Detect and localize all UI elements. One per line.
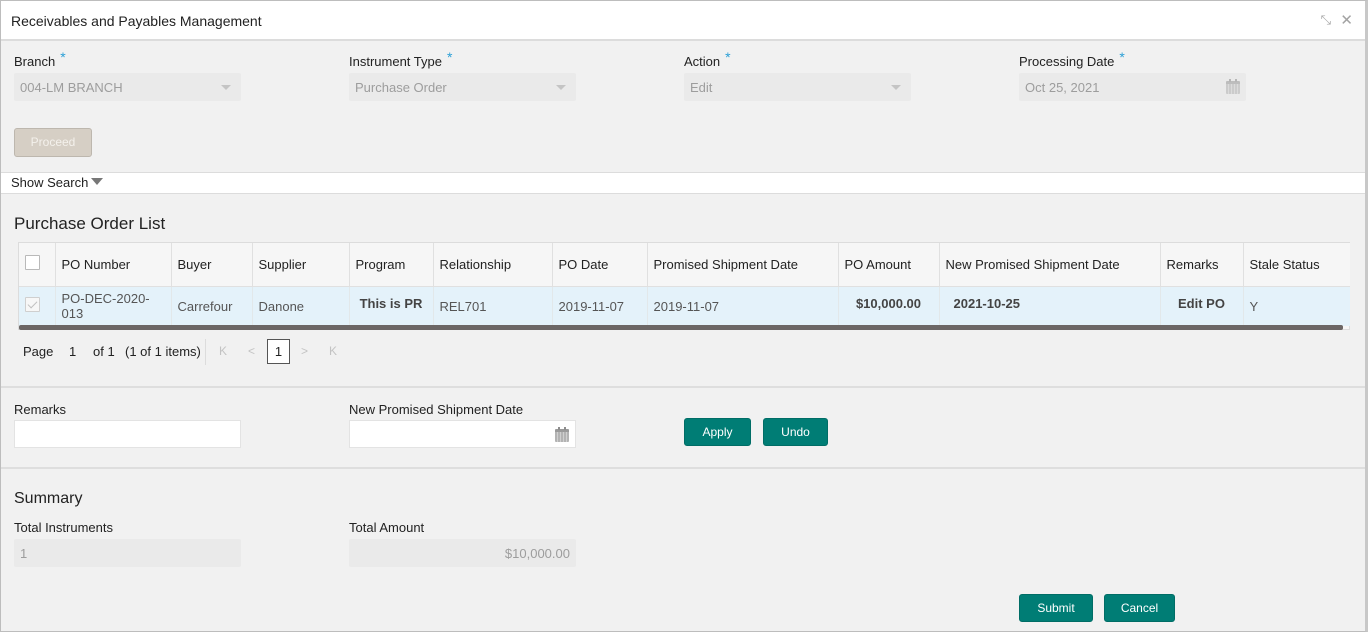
promised-shipment-date-cell: 2019-11-07: [647, 286, 839, 326]
table-row[interactable]: PO-DEC-2020-013 Carrefour Danone This is…: [19, 286, 1350, 326]
row-checkbox[interactable]: [25, 297, 40, 313]
action-label-text: Action: [684, 54, 721, 69]
remarks-label: Remarks: [14, 402, 67, 417]
po-date-cell: 2019-11-07: [552, 286, 648, 326]
pager-page-label: Page: [23, 344, 54, 359]
pager-divider: [205, 339, 206, 365]
chevron-down-icon: [891, 85, 901, 90]
instrument-type-label-text: Instrument Type: [349, 54, 442, 69]
processing-date-label: Processing Date *: [1019, 49, 1125, 69]
title-bar: Receivables and Payables Management ⤡ ✕: [1, 1, 1365, 41]
required-marker: *: [725, 49, 731, 65]
processing-date-label-text: Processing Date: [1019, 54, 1115, 69]
action-value: Edit: [690, 80, 713, 95]
col-header-po-number[interactable]: PO Number: [55, 243, 172, 287]
submit-button[interactable]: Submit: [1019, 594, 1093, 622]
supplier-cell: Danone: [252, 286, 350, 326]
col-header-po-amount[interactable]: PO Amount: [838, 243, 940, 287]
close-icon[interactable]: ✕: [1340, 11, 1353, 29]
program-value: This is PR: [359, 295, 423, 311]
next-page-icon[interactable]: >: [301, 344, 308, 358]
proceed-button[interactable]: Proceed: [14, 128, 92, 157]
grid-header-row: PO Number Buyer Supplier Program Relatio…: [19, 243, 1350, 287]
col-header-po-date[interactable]: PO Date: [552, 243, 648, 287]
divider: [1, 467, 1365, 469]
required-marker: *: [1119, 49, 1125, 65]
col-header-supplier[interactable]: Supplier: [252, 243, 350, 287]
total-instruments-label: Total Instruments: [14, 520, 113, 535]
col-header-program[interactable]: Program: [349, 243, 434, 287]
last-page-icon[interactable]: K: [329, 344, 337, 358]
new-promised-shipment-date-label: New Promised Shipment Date: [349, 402, 524, 417]
undo-button[interactable]: Undo: [763, 418, 828, 446]
processing-date-input[interactable]: Oct 25, 2021: [1019, 73, 1246, 101]
col-header-stale-status[interactable]: Stale Status: [1243, 243, 1350, 287]
action-label: Action *: [684, 49, 731, 69]
instrument-type-select[interactable]: Purchase Order: [349, 73, 576, 101]
show-search-label: Show Search: [11, 175, 89, 190]
col-header-promised-shipment-date[interactable]: Promised Shipment Date: [647, 243, 839, 287]
window-title: Receivables and Payables Management: [11, 13, 262, 29]
instrument-type-label: Instrument Type *: [349, 49, 452, 69]
instrument-type-value: Purchase Order: [355, 80, 447, 95]
pager-items-label: (1 of 1 items): [125, 344, 201, 359]
branch-value: 004-LM BRANCH: [20, 80, 123, 95]
minimize-icon[interactable]: ⤡: [1321, 12, 1331, 28]
action-select[interactable]: Edit: [684, 73, 911, 101]
remarks-value: Edit PO: [1178, 295, 1225, 311]
total-amount-value: $10,000.00: [504, 546, 570, 561]
cancel-button[interactable]: Cancel: [1104, 594, 1175, 622]
branch-select[interactable]: 004-LM BRANCH: [14, 73, 241, 101]
remarks-cell: Edit PO: [1160, 286, 1244, 326]
po-amount-value: $10,000.00: [855, 295, 922, 311]
select-all-cell: [19, 243, 56, 287]
show-search-toggle[interactable]: Show Search: [1, 172, 1365, 194]
pager-page-input[interactable]: 1: [69, 344, 76, 359]
col-header-buyer[interactable]: Buyer: [171, 243, 253, 287]
rpm-window: Receivables and Payables Management ⤡ ✕ …: [0, 0, 1368, 632]
col-header-new-promised-shipment-date[interactable]: New Promised Shipment Date: [939, 243, 1161, 287]
po-number-link[interactable]: PO-DEC-2020-013: [55, 286, 172, 326]
po-list-title: Purchase Order List: [14, 214, 166, 233]
total-amount-field: $10,000.00: [349, 539, 576, 567]
chevron-down-icon: [221, 85, 231, 90]
po-grid: PO Number Buyer Supplier Program Relatio…: [18, 242, 1350, 330]
program-cell: This is PR: [349, 286, 434, 326]
chevron-down-icon: [556, 85, 566, 90]
relationship-cell: REL701: [433, 286, 553, 326]
new-promised-shipment-date-cell: 2021-10-25: [939, 286, 1161, 326]
summary-title: Summary: [14, 490, 83, 507]
branch-label: Branch *: [14, 49, 66, 69]
select-all-checkbox[interactable]: [25, 255, 40, 271]
divider: [1, 386, 1365, 388]
new-promised-shipment-date-value: 2021-10-25: [953, 295, 1021, 311]
required-marker: *: [446, 49, 453, 65]
caret-down-icon: [91, 178, 104, 185]
new-promised-shipment-date-input[interactable]: [349, 420, 576, 448]
buyer-cell: Carrefour: [171, 286, 253, 326]
first-page-icon[interactable]: K: [219, 344, 227, 358]
total-instruments-field: 1: [14, 539, 241, 567]
required-marker: *: [60, 49, 66, 65]
pager-of-label: of 1: [93, 344, 115, 359]
col-header-remarks[interactable]: Remarks: [1160, 243, 1244, 287]
col-header-relationship[interactable]: Relationship: [433, 243, 553, 287]
stale-status-cell: Y: [1243, 286, 1350, 326]
total-amount-label: Total Amount: [349, 520, 425, 535]
total-instruments-value: 1: [20, 546, 28, 561]
branch-label-text: Branch: [14, 54, 56, 69]
row-select-cell: [19, 286, 56, 326]
current-page-button[interactable]: 1: [267, 339, 290, 364]
processing-date-value: Oct 25, 2021: [1025, 80, 1100, 95]
remarks-input[interactable]: [14, 420, 241, 448]
calendar-icon[interactable]: [1226, 79, 1240, 94]
horizontal-scrollbar[interactable]: [19, 325, 1343, 330]
po-amount-cell: $10,000.00: [838, 286, 940, 326]
apply-button[interactable]: Apply: [684, 418, 751, 446]
prev-page-icon[interactable]: <: [248, 344, 255, 358]
calendar-icon[interactable]: [555, 427, 569, 442]
